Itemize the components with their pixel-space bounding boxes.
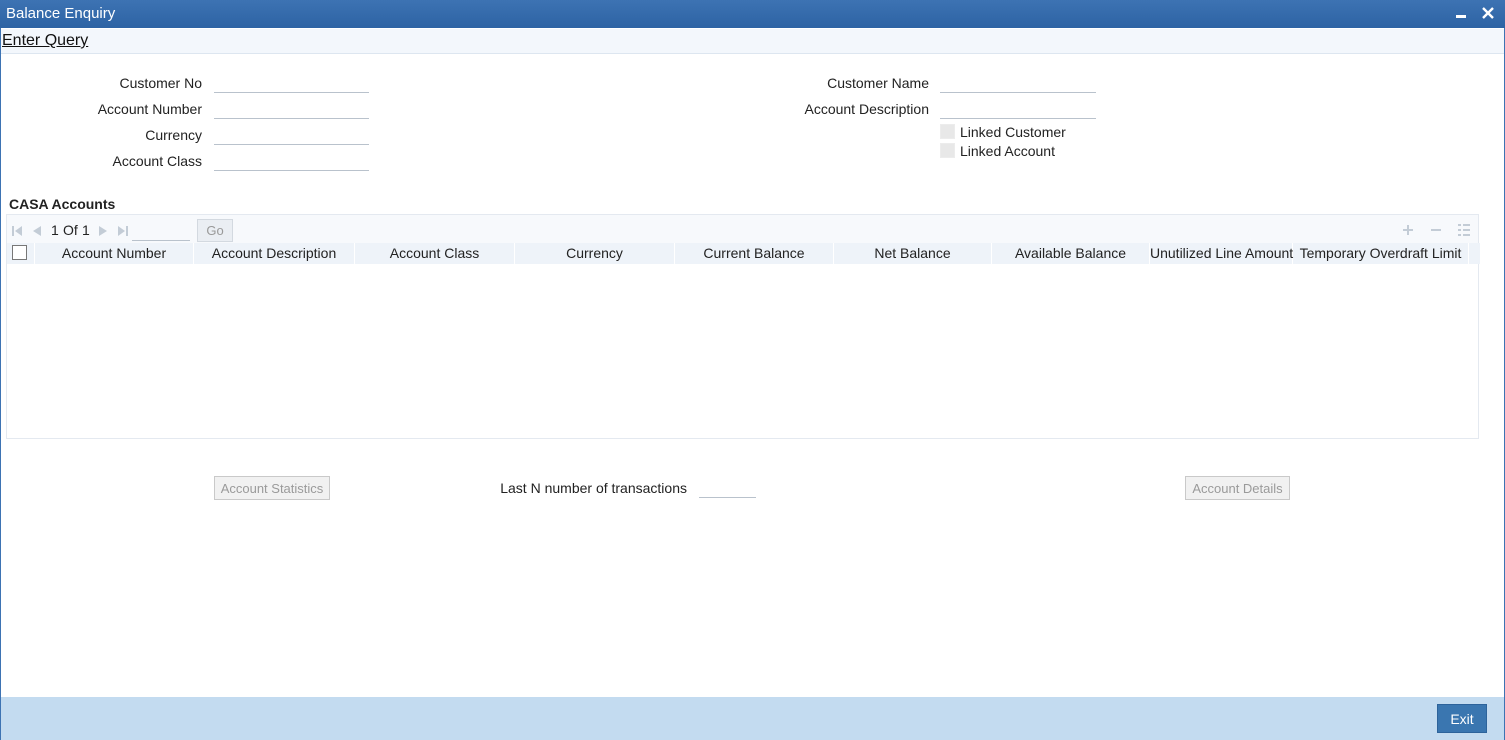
column-header-current-balance[interactable]: Current Balance	[675, 243, 834, 264]
column-header-account-number[interactable]: Account Number	[35, 243, 194, 264]
account-class-input[interactable]	[214, 151, 369, 171]
column-header-currency[interactable]: Currency	[515, 243, 675, 264]
pager-current: 1	[51, 222, 59, 238]
window-title: Balance Enquiry	[6, 5, 116, 22]
account-statistics-button[interactable]: Account Statistics	[214, 476, 330, 500]
last-page-icon[interactable]	[117, 224, 129, 236]
customer-no-input[interactable]	[214, 73, 369, 93]
column-header-temporary-overdraft-limit[interactable]: Temporary Overdraft Limit	[1293, 243, 1469, 264]
close-icon[interactable]	[1479, 4, 1499, 24]
column-header-account-class[interactable]: Account Class	[355, 243, 515, 264]
minimize-icon[interactable]	[1451, 4, 1471, 24]
go-button[interactable]: Go	[197, 219, 233, 242]
previous-page-icon[interactable]	[31, 224, 43, 236]
select-all-checkbox[interactable]	[12, 245, 27, 260]
account-number-input[interactable]	[214, 99, 369, 119]
grid-header-row: Account Number Account Description Accou…	[7, 243, 1480, 264]
delete-row-icon[interactable]	[1429, 223, 1443, 237]
currency-label: Currency	[145, 127, 202, 143]
column-header-unutilized-line-amount[interactable]: Unutilized Line Amount	[1150, 243, 1293, 264]
casa-accounts-grid: 1 Of 1 Go Account Number Account Descrip…	[6, 214, 1480, 439]
column-header-available-balance[interactable]: Available Balance	[992, 243, 1150, 264]
grid-toolbar: 1 Of 1 Go	[7, 215, 1478, 243]
column-header-net-balance[interactable]: Net Balance	[834, 243, 992, 264]
account-description-label: Account Description	[804, 101, 929, 117]
menubar: Enter Query	[1, 29, 1504, 54]
pager-total: 1	[82, 222, 90, 238]
add-row-icon[interactable]	[1401, 223, 1415, 237]
single-view-icon[interactable]	[1457, 223, 1471, 237]
linked-customer-checkbox[interactable]	[940, 124, 955, 139]
next-page-icon[interactable]	[97, 224, 109, 236]
window-titlebar: Balance Enquiry	[0, 0, 1505, 28]
account-description-input[interactable]	[940, 99, 1096, 119]
account-details-button[interactable]: Account Details	[1185, 476, 1290, 500]
linked-customer-label: Linked Customer	[960, 124, 1066, 140]
pager-of-label: Of	[63, 222, 78, 238]
linked-account-checkbox[interactable]	[940, 143, 955, 158]
enter-query-link[interactable]: Enter Query	[2, 32, 88, 50]
column-header-account-description[interactable]: Account Description	[194, 243, 355, 264]
exit-button[interactable]: Exit	[1437, 704, 1487, 733]
customer-no-label: Customer No	[119, 75, 202, 91]
currency-input[interactable]	[214, 125, 369, 145]
select-all-cell	[7, 243, 35, 264]
page-number-input[interactable]	[132, 223, 190, 241]
last-n-transactions-input[interactable]	[699, 478, 756, 498]
last-n-transactions-label: Last N number of transactions	[500, 480, 687, 496]
customer-name-label: Customer Name	[827, 75, 929, 91]
customer-name-input[interactable]	[940, 73, 1096, 93]
casa-accounts-title: CASA Accounts	[9, 196, 116, 212]
first-page-icon[interactable]	[11, 224, 23, 236]
footer-bar	[1, 697, 1504, 740]
grid-body	[7, 264, 1478, 438]
linked-account-label: Linked Account	[960, 143, 1055, 159]
account-number-label: Account Number	[97, 101, 202, 117]
account-class-label: Account Class	[112, 153, 202, 169]
